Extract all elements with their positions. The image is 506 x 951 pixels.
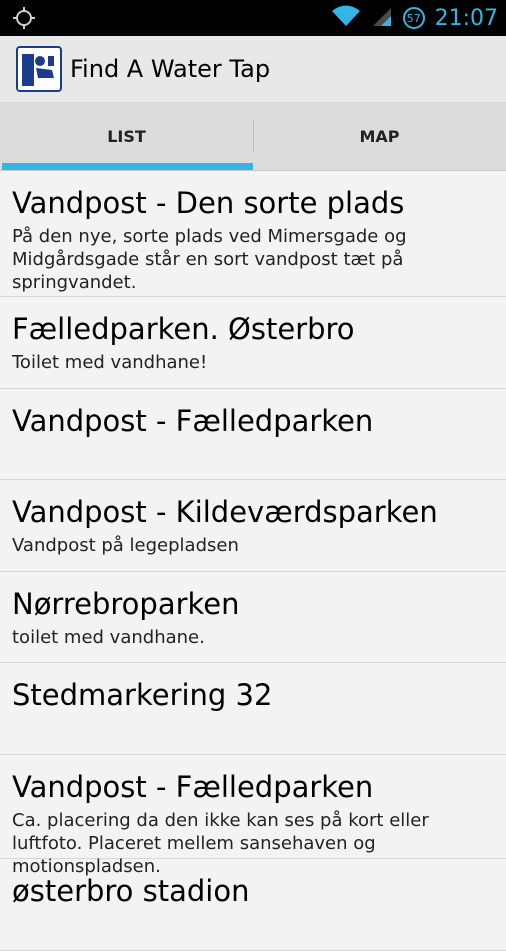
list-item-description: toilet med vandhane. <box>12 627 205 648</box>
list-item-title: Vandpost - Den sorte plads <box>12 186 405 220</box>
list-item-title: østerbro stadion <box>12 874 250 908</box>
tab-map[interactable]: MAP <box>253 102 506 170</box>
water-tap-list: Vandpost - Den sorte plads På den nye, s… <box>0 171 506 951</box>
tab-list[interactable]: LIST <box>0 102 253 170</box>
list-item[interactable]: Fælledparken. Østerbro Toilet med vandha… <box>0 297 506 389</box>
list-item-description <box>12 713 498 717</box>
wifi-icon <box>331 4 361 32</box>
list-item[interactable]: Vandpost - Den sorte plads På den nye, s… <box>0 171 506 297</box>
list-item-title: Stedmarkering 32 <box>12 678 273 712</box>
list-item-description: På den nye, sorte plads ved Mimersgade o… <box>12 226 407 293</box>
tab-bar: LIST MAP <box>0 102 506 171</box>
location-target-icon <box>12 6 36 30</box>
list-item[interactable]: østerbro stadion <box>0 859 506 951</box>
list-item[interactable]: Nørrebroparken toilet med vandhane. <box>0 572 506 663</box>
list-item[interactable]: Stedmarkering 32 <box>0 663 506 755</box>
list-item-description: Toilet med vandhane! <box>12 352 208 373</box>
list-item[interactable]: Vandpost - Kildeværdsparken Vandpost på … <box>0 480 506 572</box>
list-item[interactable]: Vandpost - Fælledparken <box>0 389 506 480</box>
clock: 21:07 <box>434 5 498 31</box>
signal-icon <box>371 4 393 32</box>
list-item-title: Nørrebroparken <box>12 587 240 621</box>
selected-tab-indicator <box>2 163 253 170</box>
water-tap-app-icon[interactable] <box>16 46 62 92</box>
list-item-title: Fælledparken. Østerbro <box>12 312 355 346</box>
list-item-title: Vandpost - Fælledparken <box>12 770 374 804</box>
list-item-title: Vandpost - Kildeværdsparken <box>12 495 438 529</box>
list-item-description <box>12 909 498 913</box>
status-icons: 57 21:07 <box>331 4 498 32</box>
list-item-description: Vandpost på legepladsen <box>12 535 239 556</box>
list-item-description <box>12 439 498 443</box>
action-bar: Find A Water Tap <box>0 36 506 102</box>
list-item-title: Vandpost - Fælledparken <box>12 404 374 438</box>
app-title: Find A Water Tap <box>70 55 271 83</box>
battery-icon: 57 <box>402 7 425 29</box>
list-item[interactable]: Vandpost - Fælledparken Ca. placering da… <box>0 755 506 877</box>
status-bar: 57 21:07 <box>0 0 506 36</box>
